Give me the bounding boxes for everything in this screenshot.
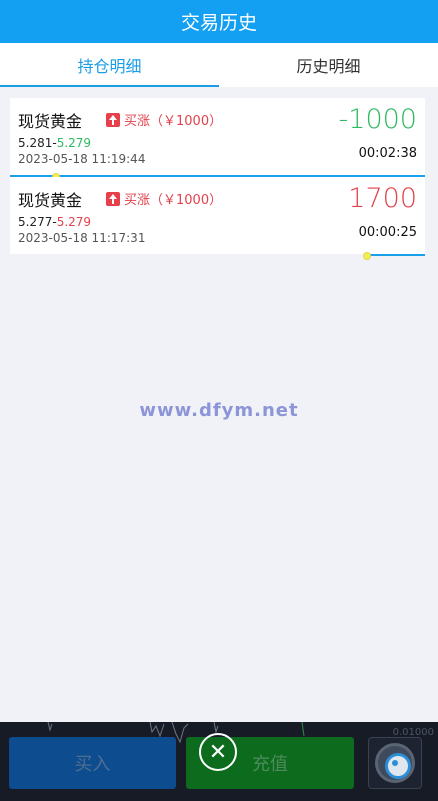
order-timestamp: 2023-05-18 11:17:31 [18,231,146,245]
price-range: 5.281-5.279 [18,136,91,150]
watermark: www.dfym.net [139,400,299,421]
direction-label: 买涨（￥1000） [124,193,223,208]
tab-bar: 持仓明细 历史明细 [0,43,438,87]
profit-loss: 1700 [348,183,417,214]
arrow-up-icon [106,112,120,127]
close-icon[interactable]: ✕ [199,733,237,771]
tab-history[interactable]: 历史明细 [219,43,438,87]
product-name: 现货黄金 [18,112,83,131]
open-price: 5.277 [18,215,53,229]
customer-service-icon [375,743,415,783]
page-header: 交易历史 [0,0,438,43]
product-name: 现货黄金 [18,191,83,210]
direction-label: 买涨（￥1000） [124,114,223,129]
buy-button[interactable]: 买入 [9,737,176,789]
progress-marker [362,252,371,260]
progress-bar [366,254,425,256]
direction-badge: 买涨（￥1000） [106,110,222,129]
arrow-up-icon [106,191,120,206]
order-timestamp: 2023-05-18 11:19:44 [18,152,146,166]
order-card[interactable]: 现货黄金 买涨（￥1000） 5.277-5.279 2023-05-18 11… [10,177,425,260]
profit-loss: -1000 [338,104,417,135]
countdown: 00:00:25 [358,225,417,240]
order-list: 现货黄金 买涨（￥1000） 5.281-5.279 2023-05-18 11… [10,98,425,260]
page-title: 交易历史 [180,12,257,34]
countdown: 00:02:38 [358,146,417,161]
current-price: 5.279 [56,215,92,229]
customer-service-button[interactable] [368,737,422,789]
open-price: 5.281 [18,136,53,150]
direction-badge: 买涨（￥1000） [106,189,222,208]
order-card[interactable]: 现货黄金 买涨（￥1000） 5.281-5.279 2023-05-18 11… [10,98,425,181]
price-range: 5.277-5.279 [18,215,91,229]
tab-positions[interactable]: 持仓明细 [0,43,219,87]
current-price: 5.279 [56,136,92,150]
